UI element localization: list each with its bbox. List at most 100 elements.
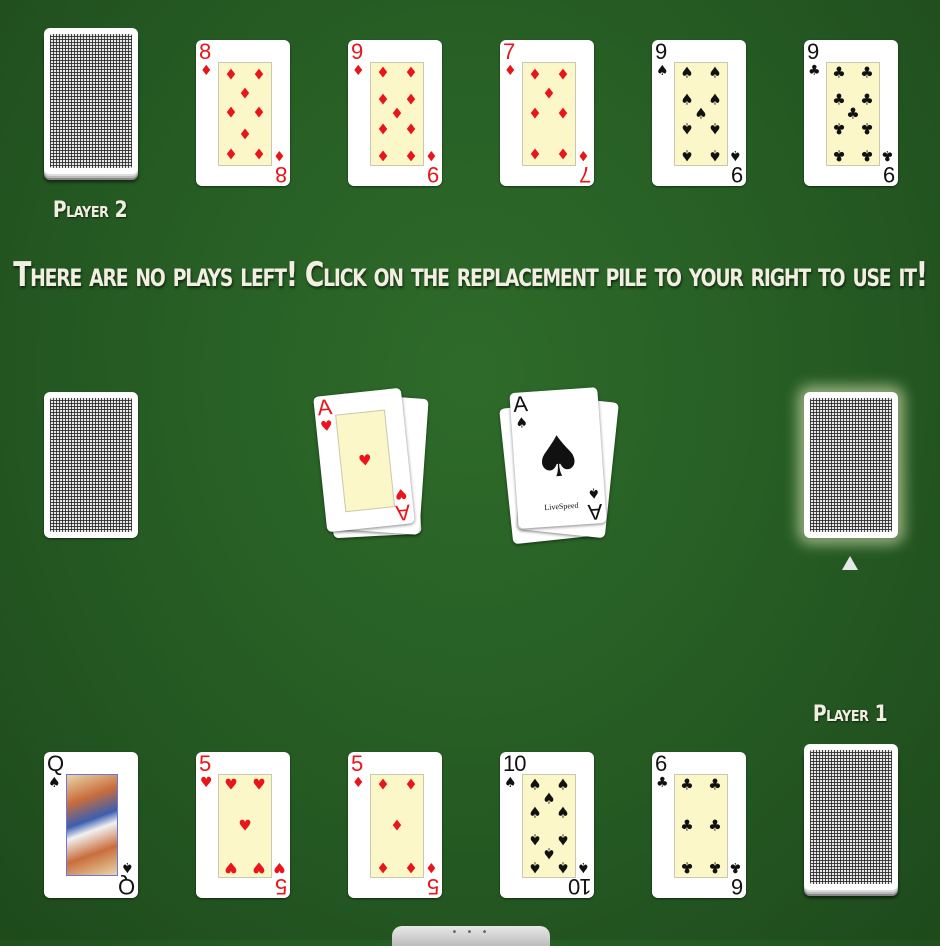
diamond-icon: ♦ — [238, 124, 252, 143]
spade-icon: ♠ — [528, 830, 542, 849]
card-face: ♥ — [335, 409, 396, 513]
card-face: ♠ ♠ ♠ ♠ ♠ ♠ ♠ ♠ ♠ — [674, 62, 728, 166]
diamond-icon: ♦ — [224, 144, 238, 163]
diamond-icon: ♦ — [224, 103, 238, 122]
spade-icon: ♠ — [542, 844, 556, 863]
player2-card-5: 9 ♣ ♣ ♣ ♣ ♣ ♣ ♣ ♣ ♣ ♣ ♣ 9 — [804, 39, 898, 187]
diamond-icon: ♦ — [404, 63, 418, 82]
card-rank: 5 — [275, 874, 287, 899]
spade-icon: ♠ — [708, 146, 722, 165]
diamond-icon: ♦ — [404, 775, 418, 794]
heart-icon: ♥ — [357, 450, 373, 471]
spade-icon: ♠ — [708, 119, 722, 138]
spade-icon: ♠ — [556, 775, 570, 794]
card-rank: 9 — [731, 162, 743, 187]
diamond-icon: ♦ — [504, 63, 517, 79]
club-icon: ♣ — [832, 119, 846, 138]
card-rank: A — [395, 499, 412, 526]
club-icon: ♣ — [708, 858, 722, 877]
club-icon: ♣ — [808, 63, 821, 79]
player1-card-1[interactable]: Q ♠ ♠ Q — [44, 752, 138, 899]
club-icon: ♣ — [656, 775, 669, 791]
player1-card-4[interactable]: 10 ♠ ♠ ♠ ♠ ♠ ♠ ♠ ♠ ♠ ♠ ♠ ♠ 10 — [500, 751, 594, 899]
club-icon: ♣ — [832, 90, 846, 109]
diamond-icon: ♦ — [528, 104, 542, 123]
diamond-icon: ♦ — [252, 144, 266, 163]
diamond-icon: ♦ — [376, 146, 390, 165]
right-replacement-pile[interactable] — [804, 392, 898, 538]
replacement-pile-indicator-icon — [842, 556, 858, 570]
spade-icon: ♠ — [528, 775, 542, 794]
card-rank: 5 — [351, 751, 363, 776]
card-rank: 5 — [427, 874, 439, 899]
spade-icon: ♠ — [708, 90, 722, 109]
spade-icon: ♠ — [528, 803, 542, 822]
player1-card-3[interactable]: 5 ♦ ♦ ♦ ♦ ♦ ♦ ♦ 5 — [348, 751, 442, 899]
spade-icon: ♠ — [729, 147, 742, 163]
spade-icon: ♠ — [656, 63, 669, 79]
card-rank: 9 — [351, 39, 363, 64]
diamond-icon: ♦ — [425, 859, 438, 875]
card-rank: 9 — [807, 39, 819, 64]
diamond-icon: ♦ — [376, 63, 390, 82]
diamond-icon: ♦ — [273, 147, 286, 163]
club-icon: ♣ — [680, 858, 694, 877]
queen-face-art — [66, 774, 118, 876]
club-icon: ♣ — [832, 63, 846, 82]
club-icon: ♣ — [881, 147, 894, 163]
heart-icon: ♥ — [200, 775, 213, 791]
diamond-icon: ♦ — [376, 858, 390, 877]
heart-icon: ♥ — [252, 858, 266, 877]
card-face: ♥ ♥ ♥ ♥ ♥ — [218, 774, 272, 878]
card-rank: 9 — [883, 162, 895, 187]
diamond-icon: ♦ — [224, 65, 238, 84]
diamond-icon: ♦ — [577, 147, 590, 163]
card-face: ♣ ♣ ♣ ♣ ♣ ♣ ♣ ♣ ♣ — [826, 62, 880, 166]
spade-icon: ♠ — [556, 830, 570, 849]
card-rank: 8 — [275, 162, 287, 187]
player2-card-1: 8 ♦ ♦ ♦ ♦ ♦ ♦ ♦ ♦ ♦ ♦ 8 — [196, 40, 290, 187]
club-icon: ♣ — [708, 816, 722, 835]
club-icon: ♣ — [680, 816, 694, 835]
diamond-icon: ♦ — [252, 65, 266, 84]
card-rank: 9 — [427, 162, 439, 187]
card-rank: 9 — [655, 39, 667, 64]
card-rank: 7 — [579, 162, 591, 187]
heart-icon: ♥ — [319, 418, 334, 436]
heart-icon: ♥ — [224, 775, 238, 794]
player2-label: Player 2 — [52, 198, 128, 223]
left-replacement-pile[interactable] — [44, 392, 138, 538]
center-pile-1[interactable]: A ♥ ♥ ♥ A — [313, 387, 415, 533]
card-rank: 10 — [503, 751, 527, 776]
diamond-icon: ♦ — [390, 104, 404, 123]
spade-icon: ♠ — [528, 858, 542, 877]
spade-icon: ♠ — [680, 90, 694, 109]
diamond-icon: ♦ — [404, 90, 418, 109]
diamond-icon: ♦ — [390, 816, 404, 835]
card-face: ♦ ♦ ♦ ♦ ♦ ♦ ♦ — [522, 62, 576, 166]
card-rank: Q — [118, 874, 135, 899]
diamond-icon: ♦ — [200, 63, 213, 79]
spade-icon: ♠ — [680, 119, 694, 138]
card-face: ♦ ♦ ♦ ♦ ♦ ♦ ♦ ♦ ♦ — [370, 62, 424, 166]
spade-icon: ♠ — [680, 146, 694, 165]
spade-icon: ♠ — [587, 484, 602, 501]
diamond-icon: ♦ — [556, 65, 570, 84]
diamond-icon: ♦ — [542, 84, 556, 103]
diamond-icon: ♦ — [352, 63, 365, 79]
heart-icon: ♥ — [224, 858, 238, 877]
club-icon: ♣ — [860, 146, 874, 165]
center-pile-2[interactable]: A ♠ ♠ LiveSpeed ♠ A — [509, 387, 607, 529]
spade-icon: ♠ — [577, 859, 590, 875]
player1-draw-pile[interactable] — [804, 744, 898, 890]
card-rank: 10 — [568, 874, 591, 899]
drawer-handle[interactable]: • • • — [392, 926, 550, 946]
diamond-icon: ♦ — [238, 84, 252, 103]
player1-card-5[interactable]: 6 ♣ ♣ ♣ ♣ ♣ ♣ ♣ ♣ 6 — [652, 752, 746, 899]
player1-card-2[interactable]: 5 ♥ ♥ ♥ ♥ ♥ ♥ ♥ 5 — [196, 752, 290, 899]
diamond-icon: ♦ — [528, 144, 542, 163]
diamond-icon: ♦ — [376, 775, 390, 794]
diamond-icon: ♦ — [556, 144, 570, 163]
diamond-icon: ♦ — [556, 104, 570, 123]
club-icon: ♣ — [860, 90, 874, 109]
